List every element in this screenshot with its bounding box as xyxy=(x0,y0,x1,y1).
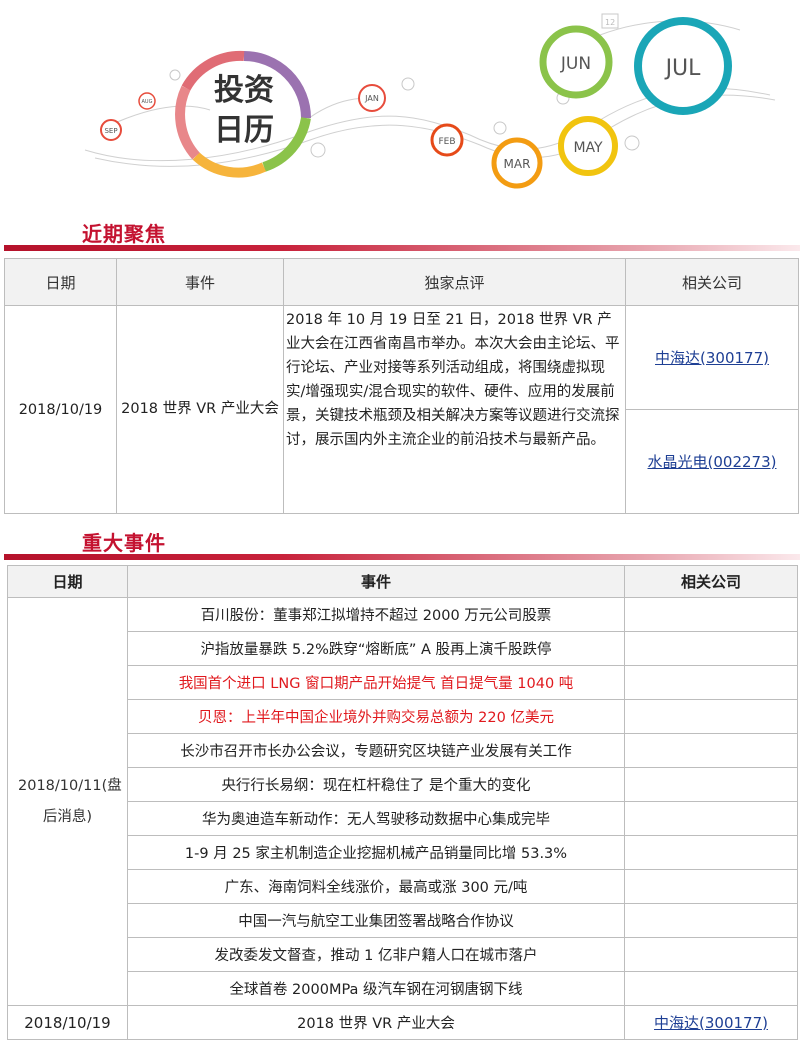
event-item: 发改委发文督查，推动 1 亿非户籍人口在城市落户 xyxy=(127,937,625,972)
event-company xyxy=(624,699,798,734)
section-divider-focus xyxy=(4,245,800,251)
month-jul: JUL xyxy=(664,56,702,81)
header-companies: 相关公司 xyxy=(624,565,798,598)
investment-calendar-banner: 12 投资 日历 SEP AUG JAN FEB MAR MAY JUN JUL xyxy=(84,13,776,189)
company-link-zhonghaida[interactable]: 中海达(300177) xyxy=(655,349,769,367)
table-row: 2018/10/11(盘后消息) 百川股份：董事郑江拟增持不超过 2000 万元… xyxy=(7,597,798,1006)
event-item: 广东、海南饲料全线涨价，最高或涨 300 元/吨 xyxy=(127,869,625,904)
event-item: 华为奥迪造车新动作：无人驾驶移动数据中心集成完毕 xyxy=(127,801,625,836)
company-link-shuijing[interactable]: 水晶光电(002273) xyxy=(648,453,777,471)
month-jan: JAN xyxy=(364,94,379,103)
event-company xyxy=(624,937,798,972)
month-mar: MAR xyxy=(504,157,531,171)
event-item: 2018 世界 VR 产业大会 xyxy=(127,1005,625,1040)
focus-event: 2018 世界 VR 产业大会 xyxy=(116,305,284,514)
event-company xyxy=(624,767,798,802)
header-event: 事件 xyxy=(127,565,625,598)
calendar-day-icon: 12 xyxy=(605,18,615,27)
header-event: 事件 xyxy=(116,258,284,306)
logo-text-line2: 日历 xyxy=(214,113,274,148)
event-item-highlight: 我国首个进口 LNG 窗口期产品开始提气 首日提气量 1040 吨 xyxy=(127,665,625,700)
event-company xyxy=(624,903,798,938)
event-item: 百川股份：董事郑江拟增持不超过 2000 万元公司股票 xyxy=(127,597,625,632)
section-title-events: 重大事件 xyxy=(82,531,166,555)
header-companies: 相关公司 xyxy=(625,258,799,306)
events-last-date: 2018/10/19 xyxy=(7,1005,128,1040)
events-table: 日期 事件 相关公司 2018/10/11(盘后消息) 百川股份：董事郑江拟增持… xyxy=(7,565,798,1040)
company-link-zhonghaida-2[interactable]: 中海达(300177) xyxy=(654,1014,768,1032)
event-company xyxy=(624,835,798,870)
event-item: 长沙市召开市长办公会议，专题研究区块链产业发展有关工作 xyxy=(127,733,625,768)
header-comment: 独家点评 xyxy=(283,258,626,306)
event-company xyxy=(624,597,798,632)
event-item: 央行行长易纲：现在杠杆稳住了 是个重大的变化 xyxy=(127,767,625,802)
table-row: 2018/10/19 2018 世界 VR 产业大会 2018 年 10 月 1… xyxy=(4,305,799,514)
event-item: 全球首卷 2000MPa 级汽车钢在河钢唐钢下线 xyxy=(127,971,625,1006)
event-company xyxy=(624,631,798,666)
focus-comment: 2018 年 10 月 19 日至 21 日，2018 世界 VR 产业大会在江… xyxy=(283,305,626,514)
focus-date: 2018/10/19 xyxy=(4,305,117,514)
event-company xyxy=(624,869,798,904)
table-row: 2018/10/19 2018 世界 VR 产业大会 中海达(300177) xyxy=(7,1005,798,1040)
section-divider-events xyxy=(4,554,800,560)
focus-table: 日期 事件 独家点评 相关公司 2018/10/19 2018 世界 VR 产业… xyxy=(4,258,799,514)
events-table-header: 日期 事件 相关公司 xyxy=(7,565,798,598)
event-company xyxy=(624,801,798,836)
month-feb: FEB xyxy=(438,137,455,147)
event-item: 沪指放量暴跌 5.2%跌穿“熔断底” A 股再上演千股跌停 xyxy=(127,631,625,666)
month-may: MAY xyxy=(573,140,603,156)
header-date: 日期 xyxy=(7,565,128,598)
month-sep: SEP xyxy=(104,127,117,135)
event-company xyxy=(624,665,798,700)
event-item: 中国一汽与航空工业集团签署战略合作协议 xyxy=(127,903,625,938)
event-item: 1-9 月 25 家主机制造企业挖掘机械产品销量同比增 53.3% xyxy=(127,835,625,870)
events-group-date: 2018/10/11(盘后消息) xyxy=(7,597,128,1006)
focus-table-header: 日期 事件 独家点评 相关公司 xyxy=(4,258,799,306)
section-title-focus: 近期聚焦 xyxy=(82,222,166,246)
event-item-highlight: 贝恩：上半年中国企业境外并购交易总额为 220 亿美元 xyxy=(127,699,625,734)
header-date: 日期 xyxy=(4,258,117,306)
event-company xyxy=(624,733,798,768)
logo-text-line1: 投资 xyxy=(214,73,274,108)
month-jun: JUN xyxy=(560,54,591,74)
event-company xyxy=(624,971,798,1006)
month-aug: AUG xyxy=(142,99,153,105)
